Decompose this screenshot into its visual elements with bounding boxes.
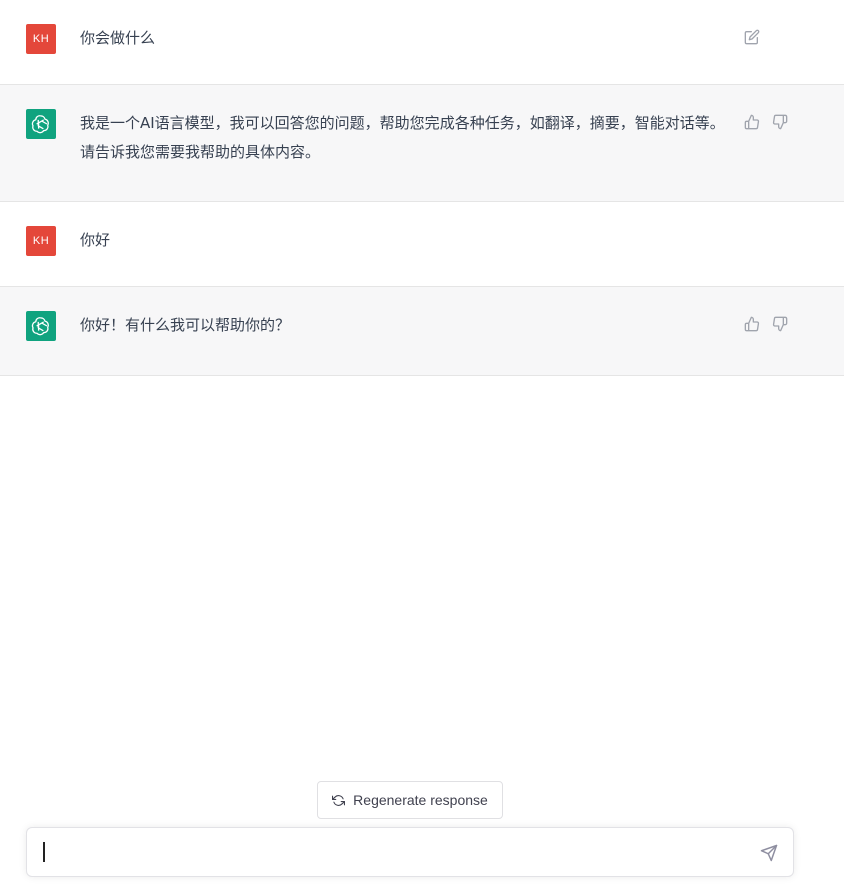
- thumbs-down-icon[interactable]: [772, 315, 788, 333]
- user-avatar-initials: KH: [32, 33, 50, 45]
- message-text: 我是一个AI语言模型，我可以回答您的问题，帮助您完成各种任务，如翻译，摘要，智能…: [80, 114, 725, 161]
- user-avatar-initials: KH: [32, 235, 50, 247]
- message-text: 你会做什么: [80, 29, 156, 47]
- assistant-message: 我是一个AI语言模型，我可以回答您的问题，帮助您完成各种任务，如翻译，摘要，智能…: [0, 85, 844, 202]
- refresh-icon: [332, 794, 346, 806]
- user-message: KH 你会做什么: [0, 0, 844, 85]
- message-actions: [744, 113, 788, 131]
- openai-logo-icon: [31, 115, 49, 134]
- thumbs-down-icon[interactable]: [772, 113, 788, 131]
- assistant-message: 你好！有什么我可以帮助你的？: [0, 287, 844, 376]
- message-input[interactable]: [41, 840, 745, 866]
- message-composer: [26, 827, 794, 877]
- conversation-thread: KH 你会做什么 我是一个AI语言模型，我可以回答您的问题，帮助您完成各种任务，…: [0, 0, 844, 376]
- user-avatar: KH: [26, 226, 56, 256]
- message-actions: [744, 315, 788, 333]
- thumbs-up-icon[interactable]: [744, 113, 760, 131]
- openai-logo-icon: [31, 317, 49, 336]
- send-icon[interactable]: [760, 844, 778, 862]
- assistant-avatar: [26, 109, 56, 139]
- assistant-avatar: [26, 311, 56, 341]
- message-actions: [744, 28, 760, 46]
- message-text: 你好！有什么我可以帮助你的？: [80, 316, 291, 334]
- message-text: 你好: [80, 231, 111, 249]
- regenerate-label: Regenerate response: [353, 792, 488, 808]
- text-caret: [43, 842, 45, 862]
- user-avatar: KH: [26, 24, 56, 54]
- thumbs-up-icon[interactable]: [744, 315, 760, 333]
- user-message: KH 你好: [0, 202, 844, 287]
- regenerate-response-button[interactable]: Regenerate response: [317, 781, 503, 819]
- edit-icon[interactable]: [744, 28, 760, 46]
